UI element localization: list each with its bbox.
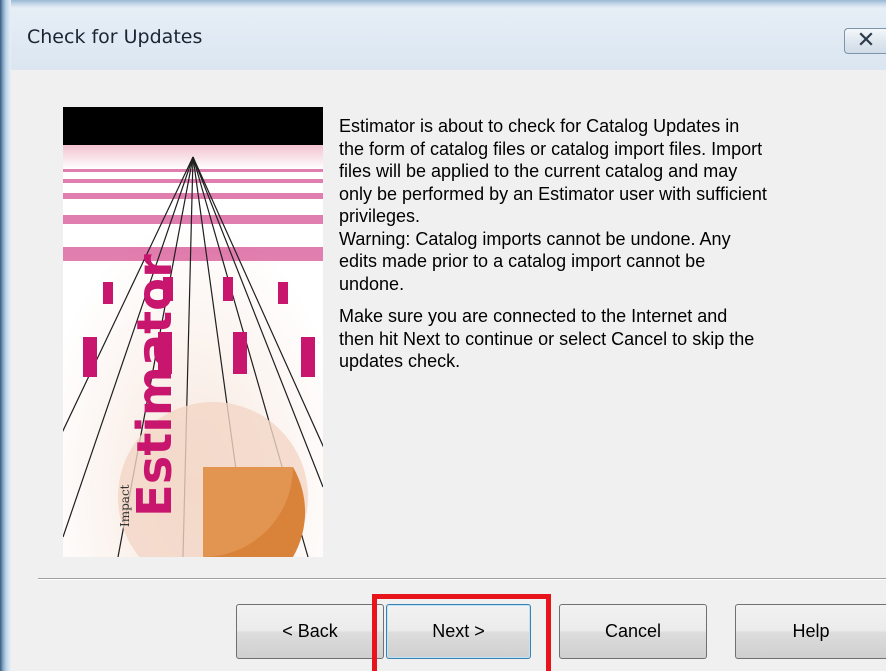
cancel-button[interactable]: Cancel: [559, 604, 707, 659]
window-title: Check for Updates: [27, 26, 203, 48]
estimator-splash-image: Estimator Impact: [63, 107, 323, 557]
close-button[interactable]: [844, 28, 886, 54]
close-x-icon: [858, 31, 874, 51]
button-separator: [38, 578, 886, 580]
dialog-window: Check for Updates Estimator Impact Estim…: [0, 0, 886, 671]
splash-brand-text: Estimator: [127, 254, 183, 517]
title-bar[interactable]: Check for Updates: [11, 8, 886, 70]
next-button[interactable]: Next >: [386, 604, 531, 659]
window-top-border: [0, 0, 886, 8]
help-button[interactable]: Help: [735, 604, 886, 659]
svg-text:Impact: Impact: [118, 484, 132, 527]
back-button[interactable]: < Back: [236, 604, 384, 659]
message-text: Estimator is about to check for Catalog …: [339, 115, 864, 373]
message-paragraph-2: Make sure you are connected to the Inter…: [339, 306, 755, 371]
message-paragraph-1: Estimator is about to check for Catalog …: [339, 116, 767, 294]
window-left-border: [0, 0, 11, 671]
